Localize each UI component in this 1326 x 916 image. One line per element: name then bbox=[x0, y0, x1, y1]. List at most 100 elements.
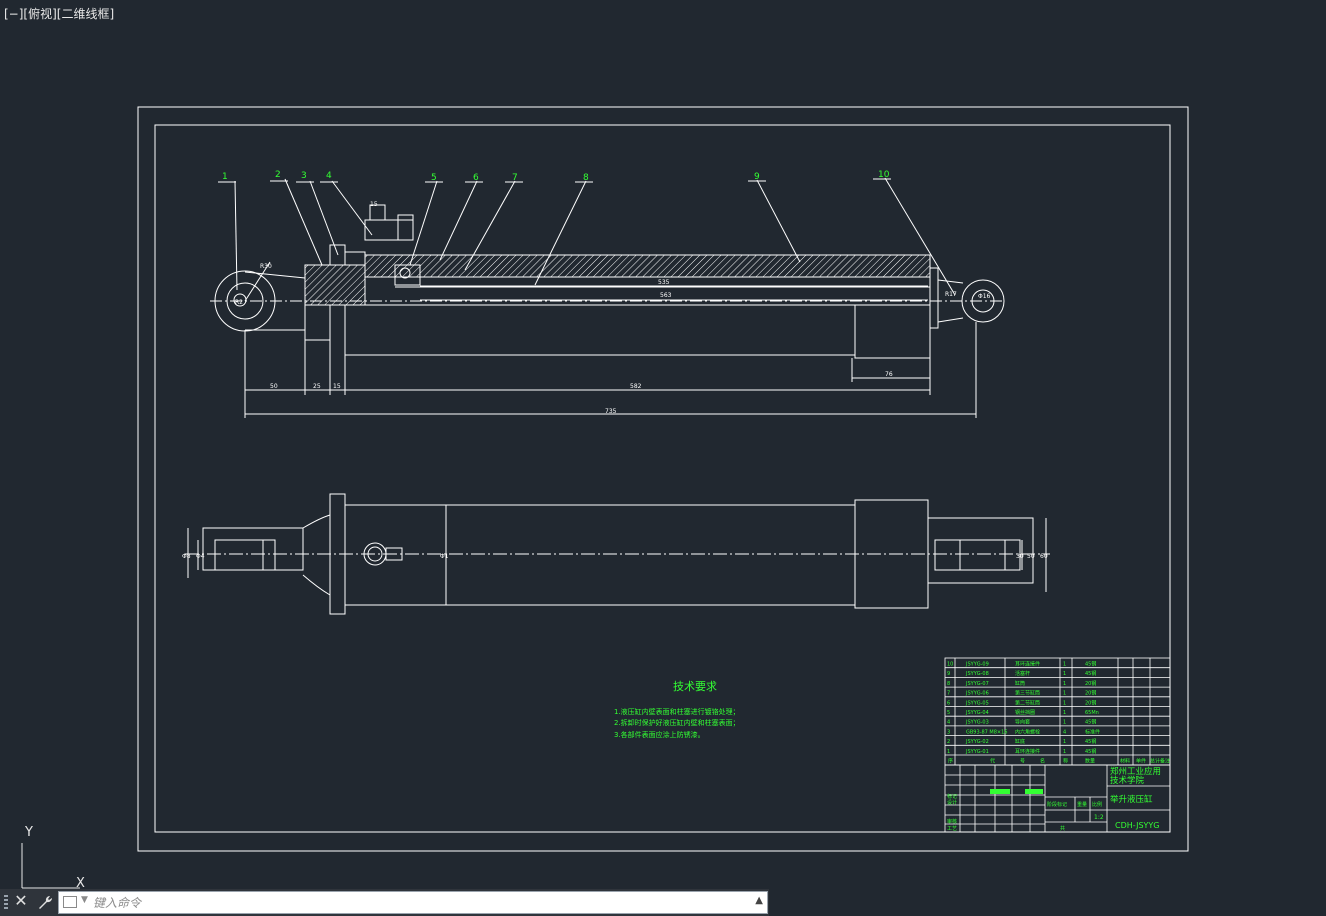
drawing-name: 举升液压缸 bbox=[1110, 794, 1153, 805]
drawing-canvas[interactable]: 1 2 3 4 5 6 7 8 9 10 15 R30 R2 535 563 5… bbox=[0, 0, 1326, 916]
bom-cell-qty: 1 bbox=[1063, 700, 1066, 706]
bom-cell-code: JSYYG-01 bbox=[965, 749, 989, 755]
bom-header-cell: 材料 bbox=[1120, 758, 1130, 765]
wrench-icon[interactable] bbox=[35, 892, 55, 912]
bom-cell-code: JSYYG-09 bbox=[965, 662, 989, 668]
tb-scale-value: 1:2 bbox=[1094, 814, 1104, 821]
balloon-5: 5 bbox=[431, 173, 437, 183]
bom-header-cell: 单件 bbox=[1136, 758, 1146, 765]
dim-lower-60: 60 bbox=[1040, 553, 1048, 560]
dim-563: 563 bbox=[660, 292, 672, 299]
dim-r17: R17 bbox=[945, 291, 957, 298]
bom-cell-qty: 1 bbox=[1063, 671, 1066, 677]
dim-lower-phi1: Φ1 bbox=[440, 553, 449, 560]
bom-cell-no: 4 bbox=[947, 720, 950, 726]
bom-cell-no: 10 bbox=[947, 662, 953, 668]
bom-header-cell: 代 bbox=[990, 758, 995, 765]
ucs-y-label: Y bbox=[25, 825, 33, 840]
bom-cell-mat: 45钢 bbox=[1085, 670, 1096, 677]
bom-cell-mat: 45钢 bbox=[1085, 738, 1096, 745]
command-prompt-icon[interactable] bbox=[63, 896, 77, 908]
bom-cell-name: 内六角螺栓 bbox=[1015, 728, 1040, 735]
bom-cell-name: 活塞杆 bbox=[1015, 670, 1030, 677]
tb-label-weight: 重量 bbox=[1077, 801, 1087, 808]
balloon-3: 3 bbox=[301, 171, 307, 181]
balloon-1: 1 bbox=[222, 172, 228, 182]
tb-label-total: 共 bbox=[1060, 825, 1065, 832]
bom-cell-name: 第二节缸筒 bbox=[1015, 699, 1040, 706]
tb-label-process: 工艺 bbox=[947, 826, 957, 832]
bom-cell-mat: 标准件 bbox=[1085, 728, 1100, 735]
ucs-icon bbox=[21, 843, 80, 889]
bom-cell-mat: 65Mn bbox=[1085, 710, 1099, 716]
bom-cell-mat: 45钢 bbox=[1085, 719, 1096, 726]
bom-cell-name: 缸底 bbox=[1015, 738, 1025, 745]
chevron-down-icon[interactable]: ▼ bbox=[81, 895, 88, 905]
bom-cell-qty: 1 bbox=[1063, 749, 1066, 755]
caret-up-icon[interactable]: ▲ bbox=[755, 895, 763, 906]
bom-cell-qty: 1 bbox=[1063, 662, 1066, 668]
technical-requirements: 技术要求 1.液压缸内壁表面和柱塞进行镀铬处理； 2.拆卸时保护好液压缸内壁和柱… bbox=[614, 680, 740, 739]
command-input-container[interactable]: ▼ ▲ bbox=[58, 891, 768, 914]
drag-grip-handle[interactable] bbox=[4, 895, 8, 911]
dim-lower-30: 30 bbox=[1016, 553, 1024, 560]
bom-cell-no: 2 bbox=[947, 739, 950, 745]
bom-cell-name: 耳环连接件 bbox=[1015, 748, 1040, 755]
bom-cell-mat: 20钢 bbox=[1085, 699, 1096, 706]
dim-15: 15 bbox=[333, 383, 341, 390]
bom-cell-qty: 1 bbox=[1063, 739, 1066, 745]
bom-cell-name: 耳环连接件 bbox=[1015, 661, 1040, 668]
bom-cell-mat: 20钢 bbox=[1085, 690, 1096, 697]
bom-cell-no: 9 bbox=[947, 671, 950, 677]
bom-cell-name: 第三节缸筒 bbox=[1015, 690, 1040, 697]
bom-cell-code: JSYYG-08 bbox=[965, 671, 989, 677]
dim-small-top: 15 bbox=[370, 201, 378, 208]
bom-cell-qty: 1 bbox=[1063, 720, 1066, 726]
command-input[interactable] bbox=[93, 893, 743, 912]
tb-label-scale: 比例 bbox=[1092, 801, 1102, 808]
balloon-2: 2 bbox=[275, 170, 281, 180]
bom-header-cell: 序 bbox=[948, 758, 953, 765]
upper-dimension-texts: 15 R30 R2 535 563 50 25 15 582 76 735 R1… bbox=[235, 201, 991, 415]
bom-header-cell: 名 bbox=[1040, 758, 1045, 765]
bom-cell-code: JSYYG-04 bbox=[965, 710, 989, 716]
bom-header-cell: 号 bbox=[1020, 759, 1025, 765]
dim-735: 735 bbox=[605, 408, 617, 415]
tech-line-3: 3.各部件表面应涂上防锈漆。 bbox=[614, 730, 705, 739]
balloon-6: 6 bbox=[473, 173, 479, 183]
dim-25: 25 bbox=[313, 383, 321, 390]
upper-section-view bbox=[210, 177, 1005, 418]
close-icon[interactable]: ✕ bbox=[13, 891, 29, 910]
command-line-bar: ✕ ▼ ▲ bbox=[0, 889, 769, 916]
dim-lower-phi8: Φ8 bbox=[182, 553, 191, 560]
tb-label-design: 设计 bbox=[947, 799, 957, 806]
tb-label-review: 审核 bbox=[947, 818, 957, 825]
dim-r30: R30 bbox=[260, 263, 272, 270]
dim-76: 76 bbox=[885, 371, 893, 378]
bom-cell-qty: 4 bbox=[1063, 729, 1066, 735]
bom-header-cell: 数量 bbox=[1085, 758, 1095, 765]
bom-cell-name: 钢丝挡圈 bbox=[1015, 709, 1035, 716]
bom-cell-code: JSYYG-07 bbox=[965, 681, 989, 687]
bom-cell-mat: 20钢 bbox=[1085, 680, 1096, 687]
dim-535: 535 bbox=[658, 279, 670, 286]
dim-lower-phi4: Φ4 bbox=[196, 553, 205, 560]
drawing-code: CDH-JSYYG bbox=[1115, 821, 1160, 830]
bom-cell-code: JSYYG-06 bbox=[965, 691, 989, 697]
bom-cell-qty: 1 bbox=[1063, 681, 1066, 687]
sheet-outer-border bbox=[137, 106, 1189, 852]
bom-cell-qty: 1 bbox=[1063, 691, 1066, 697]
bom-cell-name: 导向套 bbox=[1015, 719, 1030, 726]
bom-cell-code: JSYYG-02 bbox=[965, 739, 989, 745]
tb-label-mark: 标记 bbox=[947, 793, 957, 800]
tech-line-1: 1.液压缸内壁表面和柱塞进行镀铬处理； bbox=[614, 707, 740, 716]
dim-50: 50 bbox=[270, 383, 278, 390]
bom-header-cell: 总计 bbox=[1150, 758, 1160, 765]
bom-cell-code: GB93-87 M8×16 bbox=[966, 729, 1007, 735]
bom-cell-no: 7 bbox=[947, 691, 950, 697]
dim-lower-50: 50 bbox=[1027, 553, 1035, 560]
school-name-2: 技术学院 bbox=[1110, 775, 1145, 786]
bom-cell-no: 8 bbox=[947, 681, 950, 687]
balloon-9: 9 bbox=[754, 172, 760, 182]
dim-582: 582 bbox=[630, 383, 642, 390]
